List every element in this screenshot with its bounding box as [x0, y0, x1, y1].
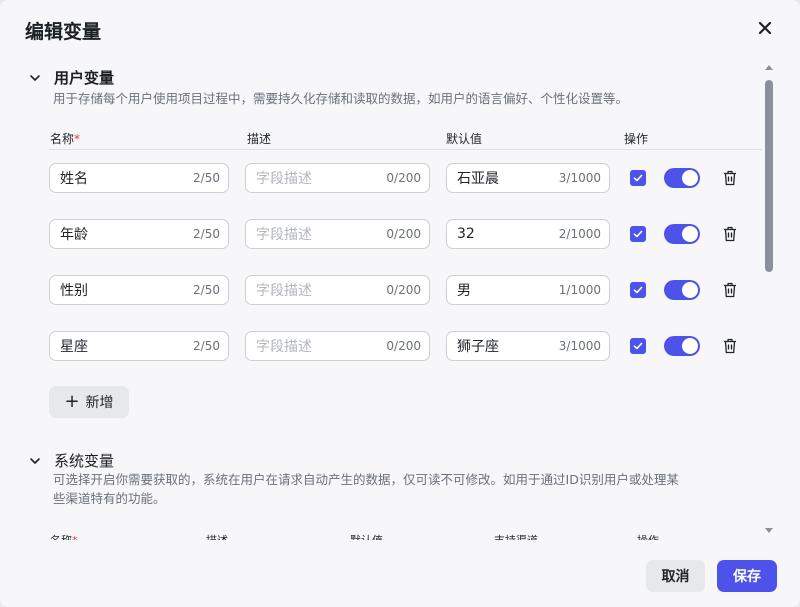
system-column-header-desc: 描述 [206, 532, 228, 540]
system-column-header-name: 名称* [50, 532, 78, 540]
default-value-input[interactable]: 32 2/1000 [446, 219, 610, 249]
default-value-input[interactable]: 狮子座 3/1000 [446, 331, 610, 361]
column-header-desc: 描述 [247, 132, 272, 146]
variables-scroll-area[interactable]: 用户变量 用于存储每个用户使用项目过程中，需要持久化存储和读取的数据，如用户的语… [0, 58, 778, 540]
cancel-button[interactable]: 取消 [646, 560, 705, 592]
description-input[interactable]: 字段描述 0/200 [245, 275, 430, 305]
system-section-title: 系统变量 [54, 452, 115, 470]
description-input[interactable]: 字段描述 0/200 [245, 331, 430, 361]
system-column-header-default: 默认值 [350, 532, 383, 540]
chevron-down-icon [30, 457, 40, 464]
user-section-title: 用户变量 [54, 69, 115, 87]
column-header-name: 名称* [50, 132, 81, 146]
trash-icon[interactable] [723, 170, 737, 186]
check-icon [633, 286, 643, 294]
enable-toggle[interactable] [664, 336, 700, 356]
vertical-scrollbar[interactable] [762, 60, 776, 538]
toggle-knob [682, 338, 698, 354]
toggle-knob [682, 170, 698, 186]
system-section-description: 可选择开启你需要获取的，系统在用户在请求自动产生的数据，仅可读不可修改。如用于通… [53, 472, 679, 506]
name-input[interactable]: 星座 2/50 [49, 331, 229, 361]
check-icon [633, 342, 643, 350]
toggle-knob [682, 282, 698, 298]
system-section-header[interactable]: 系统变量 [28, 450, 114, 471]
check-icon [633, 174, 643, 182]
trash-icon[interactable] [723, 226, 737, 242]
scroll-up-icon[interactable] [765, 65, 773, 70]
dialog-title: 编辑变量 [25, 21, 102, 43]
row-checkbox[interactable] [630, 226, 646, 242]
plus-icon: + [64, 391, 80, 412]
row-checkbox[interactable] [630, 282, 646, 298]
trash-icon[interactable] [723, 338, 737, 354]
system-column-header-ops: 操作 [637, 532, 659, 540]
add-variable-button[interactable]: + 新增 [49, 386, 129, 418]
column-header-default: 默认值 [446, 132, 483, 146]
toggle-knob [682, 226, 698, 242]
default-value-input[interactable]: 石亚晨 3/1000 [446, 163, 610, 193]
enable-toggle[interactable] [664, 168, 700, 188]
scroll-down-icon[interactable] [765, 528, 773, 533]
name-input[interactable]: 姓名 2/50 [49, 163, 229, 193]
description-input[interactable]: 字段描述 0/200 [245, 163, 430, 193]
trash-icon[interactable] [723, 282, 737, 298]
close-icon [758, 21, 772, 35]
close-button[interactable] [754, 17, 776, 39]
description-input[interactable]: 字段描述 0/200 [245, 219, 430, 249]
name-input[interactable]: 性别 2/50 [49, 275, 229, 305]
row-checkbox[interactable] [630, 170, 646, 186]
enable-toggle[interactable] [664, 224, 700, 244]
user-section-description: 用于存储每个用户使用项目过程中，需要持久化存储和读取的数据，如用户的语言偏好、个… [53, 91, 629, 106]
chevron-down-icon [30, 74, 40, 81]
row-checkbox[interactable] [630, 338, 646, 354]
enable-toggle[interactable] [664, 280, 700, 300]
system-column-header-channel: 支持渠道 [494, 532, 538, 540]
check-icon [633, 230, 643, 238]
default-value-input[interactable]: 男 1/1000 [446, 275, 610, 305]
column-header-ops: 操作 [624, 132, 649, 146]
edit-variables-dialog: 编辑变量 用户变量 用于存储每个用户使用项目过程中，需要持久化存储和读取的数据，… [0, 0, 800, 607]
header-divider [49, 149, 762, 150]
scrollbar-thumb[interactable] [765, 80, 773, 272]
user-section-header[interactable]: 用户变量 [28, 67, 114, 88]
name-input[interactable]: 年龄 2/50 [49, 219, 229, 249]
save-button[interactable]: 保存 [717, 560, 777, 592]
